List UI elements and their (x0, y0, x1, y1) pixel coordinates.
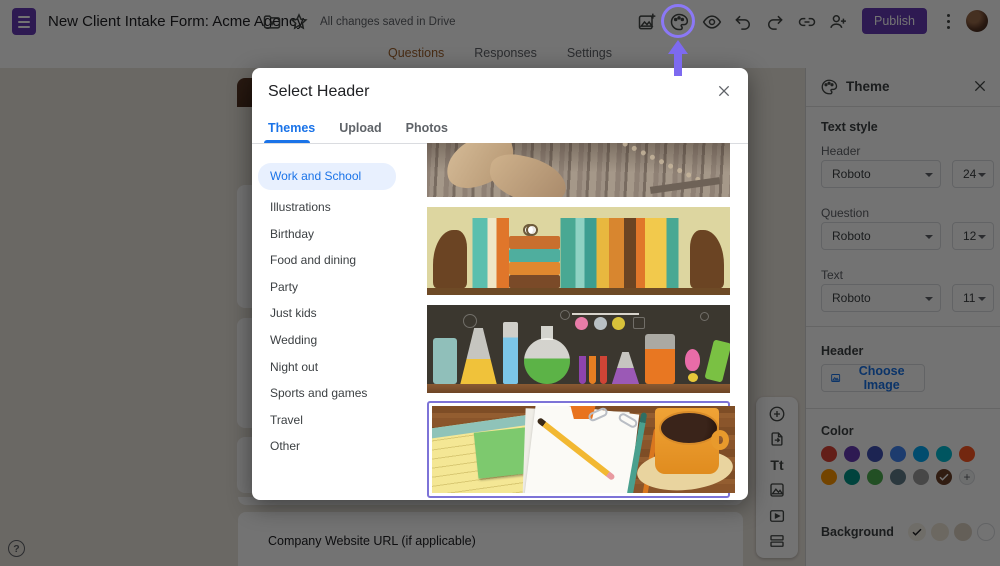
dialog-title: Select Header (268, 83, 370, 100)
thumbnail-illustrated-bookshelf[interactable] (427, 207, 730, 295)
dialog-tabs: Themes Upload Photos (268, 121, 448, 135)
category-sports-and-games[interactable]: Sports and games (258, 380, 416, 407)
thumbnail-autumn-leaves-on-wood[interactable] (427, 143, 730, 197)
category-wedding[interactable]: Wedding (258, 327, 416, 354)
tab-photos[interactable]: Photos (406, 121, 448, 135)
category-illustrations[interactable]: Illustrations (258, 194, 416, 221)
category-party[interactable]: Party (258, 274, 416, 301)
tab-upload[interactable]: Upload (339, 121, 381, 135)
theme-category-list: Work and School Illustrations Birthday F… (258, 163, 416, 460)
category-travel[interactable]: Travel (258, 407, 416, 434)
google-forms-app: New Client Intake Form: Acme Agency All … (0, 0, 1000, 566)
category-other[interactable]: Other (258, 433, 416, 460)
category-night-out[interactable]: Night out (258, 354, 416, 381)
thumbnail-chemistry-lab-chalkboard[interactable] (427, 305, 730, 393)
category-birthday[interactable]: Birthday (258, 221, 416, 248)
thumbnail-desk-notepad-and-coffee-selected[interactable] (427, 401, 735, 498)
category-food-and-dining[interactable]: Food and dining (258, 247, 416, 274)
tab-themes[interactable]: Themes (268, 121, 315, 135)
annotation-circle-highlight (661, 4, 695, 38)
close-dialog-icon[interactable] (716, 83, 732, 99)
select-header-dialog: Select Header Themes Upload Photos Work … (252, 68, 748, 500)
category-work-and-school[interactable]: Work and School (258, 163, 396, 190)
header-thumbnail-list (427, 143, 735, 498)
category-just-kids[interactable]: Just kids (258, 300, 416, 327)
